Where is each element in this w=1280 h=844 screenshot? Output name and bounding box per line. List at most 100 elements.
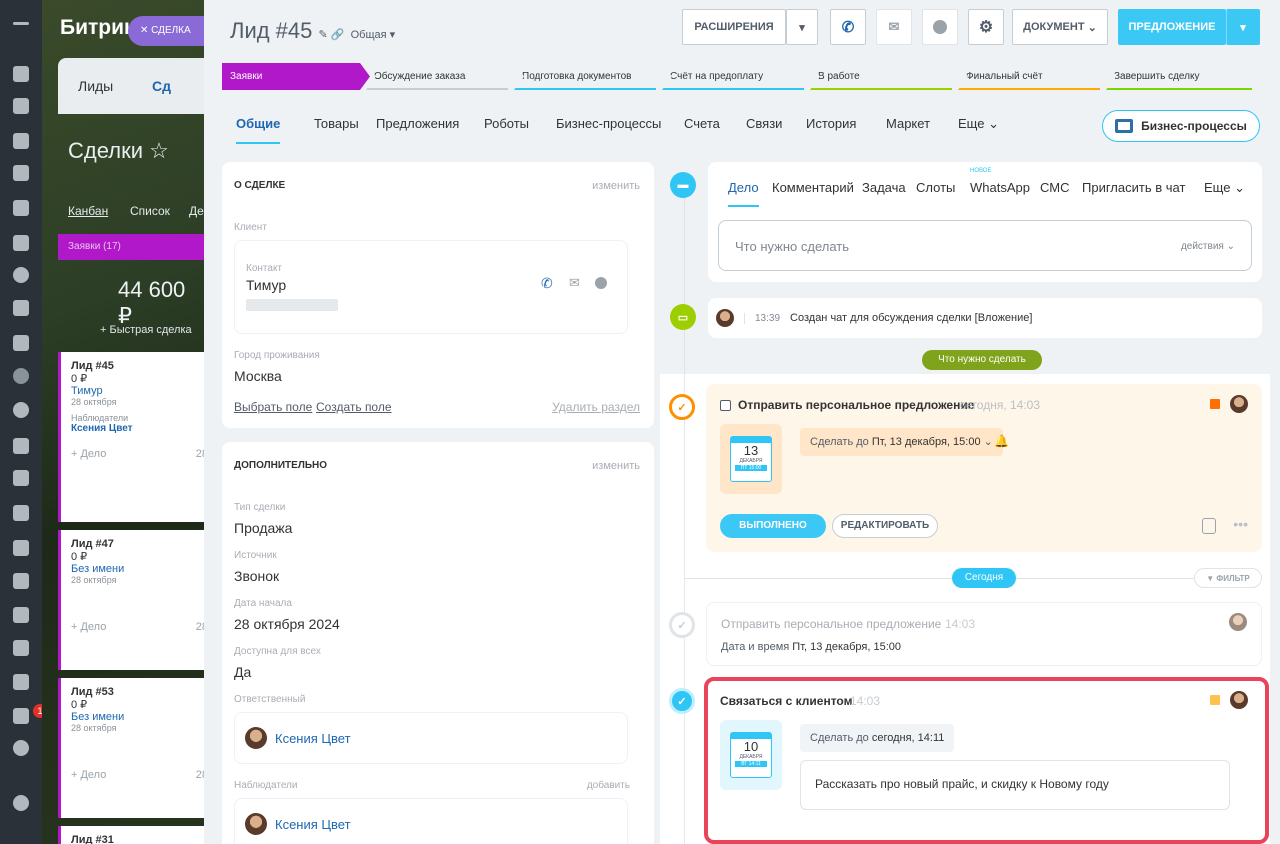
chat-icon[interactable] bbox=[595, 277, 607, 289]
extensions-dropdown[interactable]: ▾ bbox=[786, 9, 818, 45]
watcher-name[interactable]: Ксения Цвет bbox=[275, 817, 351, 832]
bell-icon[interactable]: 🔔 bbox=[994, 434, 1009, 448]
stage-item[interactable]: Обсуждение заказа bbox=[366, 63, 518, 90]
edit-button[interactable]: РЕДАКТИРОВАТЬ bbox=[832, 514, 938, 538]
business-processes-button[interactable]: Бизнес-процессы bbox=[1102, 110, 1260, 142]
responsible-card[interactable]: Ксения Цвет bbox=[234, 712, 628, 764]
email-button[interactable]: ✉ bbox=[876, 9, 912, 45]
inbox-icon[interactable] bbox=[13, 98, 29, 114]
note-icon[interactable] bbox=[1202, 518, 1216, 534]
deal-chip[interactable]: ✕ сделка bbox=[128, 16, 204, 46]
analytics-icon[interactable] bbox=[13, 505, 29, 521]
mail-icon[interactable] bbox=[13, 200, 29, 216]
tab-products[interactable]: Товары bbox=[314, 116, 359, 131]
delete-section-link[interactable]: Удалить раздел bbox=[552, 400, 640, 414]
tab-business-processes[interactable]: Бизнес-процессы bbox=[556, 116, 661, 131]
stage-item[interactable]: В работе bbox=[810, 63, 962, 90]
tab-comment[interactable]: Комментарий bbox=[772, 180, 854, 195]
responsible-name[interactable]: Ксения Цвет bbox=[275, 731, 351, 746]
card-add-activity[interactable]: + Дело 28 bbox=[71, 621, 204, 633]
deal-category[interactable]: Общая bbox=[351, 29, 387, 41]
tab-more[interactable]: Еще ⌄ bbox=[958, 116, 999, 132]
mail-icon[interactable]: ✉ bbox=[569, 275, 580, 291]
robot-icon[interactable] bbox=[13, 573, 29, 589]
event-text[interactable]: Создан чат для обсуждения сделки [Вложен… bbox=[790, 312, 1032, 324]
contact-name[interactable]: Тимур bbox=[246, 277, 286, 293]
settings-icon[interactable] bbox=[13, 66, 29, 82]
filter-icon[interactable] bbox=[13, 368, 29, 384]
users-icon[interactable] bbox=[13, 235, 29, 251]
create-field-link[interactable]: Создать поле bbox=[316, 400, 392, 414]
actions-dropdown[interactable]: действия ⌄ bbox=[1181, 241, 1235, 252]
tab-robots[interactable]: Роботы bbox=[484, 116, 529, 131]
deadline-chip[interactable]: Сделать до Пт, 13 декабря, 15:00 ⌄ bbox=[800, 428, 1003, 456]
kanban-card[interactable]: Лид #45 0 ₽ Тимур 28 октября Наблюдатели… bbox=[58, 352, 204, 522]
notifications-icon[interactable] bbox=[13, 708, 29, 724]
proposal-dropdown[interactable]: ▾ bbox=[1226, 9, 1260, 45]
help-icon[interactable] bbox=[13, 795, 29, 811]
kanban-card[interactable]: Лид #47 0 ₽ Без имени 28 октября + Дело … bbox=[58, 530, 204, 670]
menu-icon[interactable] bbox=[13, 22, 29, 25]
shield-icon[interactable] bbox=[13, 267, 29, 283]
card-client[interactable]: Без имени bbox=[71, 563, 204, 575]
tab-leads[interactable]: Лиды bbox=[78, 78, 113, 94]
card-client[interactable]: Тимур bbox=[71, 385, 204, 397]
sign-icon[interactable] bbox=[13, 674, 29, 690]
watcher-card[interactable]: Ксения Цвет bbox=[234, 798, 628, 844]
card-watcher[interactable]: Ксения Цвет bbox=[71, 423, 204, 434]
tab-task[interactable]: Задача bbox=[862, 180, 906, 195]
view-list[interactable]: Список bbox=[130, 204, 170, 218]
history-title[interactable]: Отправить персональное предложение bbox=[721, 617, 941, 631]
kanban-card[interactable]: Лид #31 bbox=[58, 826, 204, 844]
tab-activity[interactable]: Дело bbox=[728, 180, 759, 207]
more-icon[interactable] bbox=[13, 740, 29, 756]
quick-deal-button[interactable]: + Быстрая сделка bbox=[100, 324, 192, 336]
kanban-card[interactable]: Лид #53 0 ₽ Без имени 28 октября + Дело … bbox=[58, 678, 204, 818]
box-icon[interactable] bbox=[13, 607, 29, 623]
tab-proposals[interactable]: Предложения bbox=[376, 116, 459, 131]
tab-whatsapp[interactable]: WhatsApp bbox=[970, 180, 1030, 195]
edit-icon[interactable] bbox=[13, 640, 29, 656]
card-add-activity[interactable]: + Дело 28 bbox=[71, 448, 204, 460]
stage-item[interactable]: Счёт на предоплату bbox=[662, 63, 814, 90]
call-button[interactable]: ✆ bbox=[830, 9, 866, 45]
tab-slots[interactable]: Слоты bbox=[916, 180, 955, 195]
chat-button[interactable] bbox=[922, 9, 958, 45]
tab-more[interactable]: Еще ⌄ bbox=[1204, 180, 1245, 196]
view-kanban[interactable]: Канбан bbox=[68, 204, 108, 218]
tab-general[interactable]: Общие bbox=[236, 116, 281, 144]
activity-title[interactable]: Отправить персональное предложение bbox=[738, 398, 974, 412]
phone-icon[interactable]: ✆ bbox=[541, 275, 553, 292]
tab-links[interactable]: Связи bbox=[746, 116, 782, 131]
edit-link[interactable]: изменить bbox=[592, 460, 640, 472]
done-button[interactable]: ВЫПОЛНЕНО bbox=[720, 514, 826, 538]
extensions-button[interactable]: РАСШИРЕНИЯ bbox=[682, 9, 786, 45]
stage-item[interactable]: Заявки bbox=[222, 63, 370, 90]
calendar-icon[interactable] bbox=[13, 133, 29, 149]
tasks-icon[interactable] bbox=[13, 470, 29, 486]
home-icon[interactable] bbox=[13, 335, 29, 351]
stage-item[interactable]: Финальный счёт bbox=[958, 63, 1110, 90]
filter-button[interactable]: ▼ ФИЛЬТР bbox=[1194, 568, 1262, 588]
card-add-activity[interactable]: + Дело 28 bbox=[71, 769, 204, 781]
stage-item[interactable]: Подготовка документов bbox=[514, 63, 666, 90]
cart-icon[interactable] bbox=[13, 438, 29, 454]
target-icon[interactable] bbox=[13, 402, 29, 418]
card-client[interactable]: Без имени bbox=[71, 711, 204, 723]
tab-history[interactable]: История bbox=[806, 116, 856, 131]
tab-sms[interactable]: СМС bbox=[1040, 180, 1069, 195]
complete-checkbox[interactable] bbox=[720, 400, 731, 411]
contact-card-icon[interactable] bbox=[13, 540, 29, 556]
chat-icon[interactable] bbox=[13, 300, 29, 316]
tab-market[interactable]: Маркет bbox=[886, 116, 930, 131]
stage-item[interactable]: Завершить сделку bbox=[1106, 63, 1262, 90]
edit-link[interactable]: изменить bbox=[592, 180, 640, 192]
document-button[interactable]: ДОКУМЕНТ ⌄ bbox=[1012, 9, 1108, 45]
tab-invoices[interactable]: Счета bbox=[684, 116, 720, 131]
view-other[interactable]: Де bbox=[189, 204, 204, 218]
more-icon[interactable]: ••• bbox=[1233, 516, 1248, 532]
add-watcher-link[interactable]: добавить bbox=[587, 780, 630, 791]
tab-deals[interactable]: Сд bbox=[152, 78, 171, 94]
tab-invite-chat[interactable]: Пригласить в чат bbox=[1082, 180, 1185, 195]
priority-icon[interactable] bbox=[1210, 399, 1220, 409]
